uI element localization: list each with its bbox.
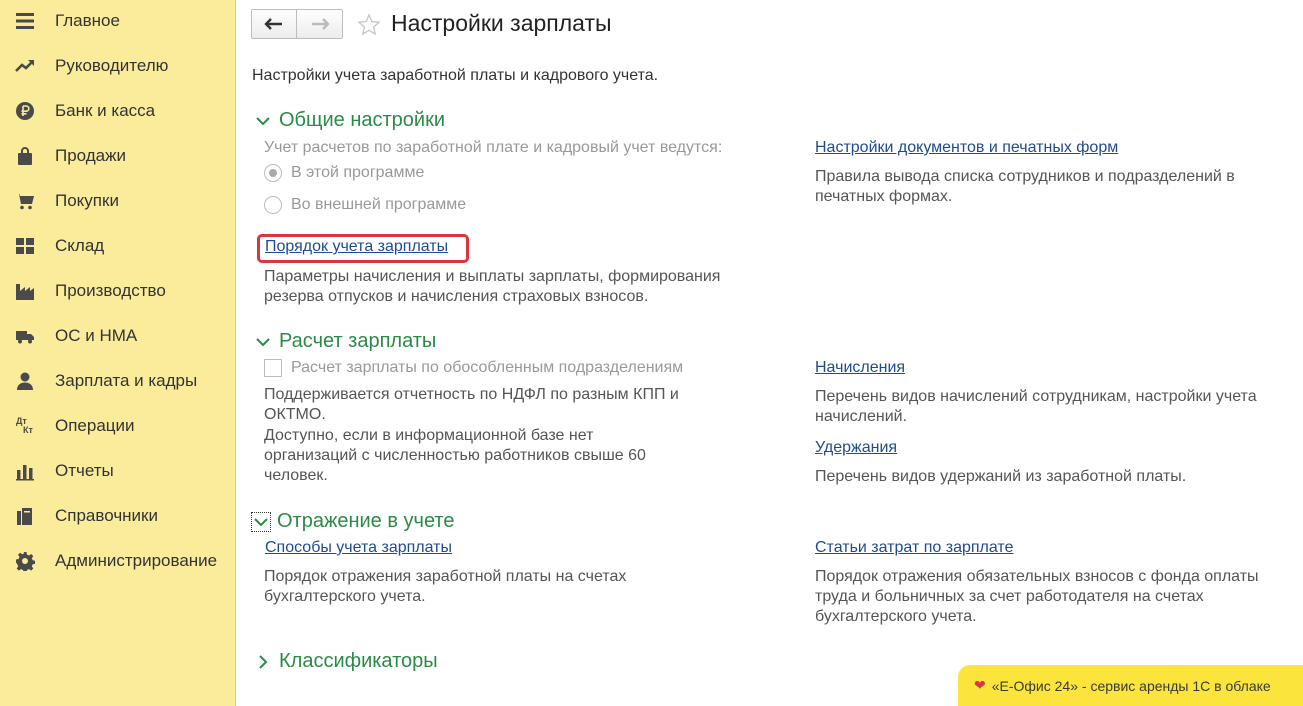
page-title: Настройки зарплаты [391,10,612,36]
sidebar-item-label: Покупки [55,190,119,210]
checkbox-label: Расчет зарплаты по обособленным подразде… [291,359,684,376]
arrow-left-icon [264,18,282,30]
payroll-description-line5: человек. [264,467,328,484]
costs-description-line1: Порядок отражения обязательных взносов с… [815,568,1259,585]
person-icon [14,370,36,392]
methods-description-line1: Порядок отражения заработной платы на сч… [264,568,627,585]
deductions-description: Перечень видов удержаний из заработной п… [815,468,1187,485]
sidebar-item-operations[interactable]: Дт Кт Операции [0,403,235,448]
sidebar: Главное Руководителю Банк и касса Продаж… [0,0,236,706]
sidebar-item-label: Руководителю [55,55,169,75]
link-salary-accounting-order[interactable]: Порядок учета зарплаты [265,238,448,256]
page-subtitle: Настройки учета заработной платы и кадро… [252,67,659,84]
grid-icon [14,235,36,257]
sidebar-item-label: Операции [55,415,135,435]
forward-button[interactable] [297,9,343,39]
chevron-down-icon [253,332,273,352]
docs-description-line2: печатных формах. [815,188,953,205]
section-general-header[interactable]: Общие настройки [253,109,445,132]
sidebar-item-production[interactable]: Производство [0,268,235,313]
sidebar-item-warehouse[interactable]: Склад [0,223,235,268]
sidebar-item-label: Производство [55,280,166,300]
sidebar-item-label: Банк и касса [55,100,156,120]
sidebar-item-reports[interactable]: Отчеты [0,448,235,493]
sidebar-item-label: Отчеты [55,460,114,480]
sidebar-item-label: Главное [55,10,120,30]
bar-chart-icon [14,460,36,482]
link-cost-items[interactable]: Статьи затрат по зарплате [815,539,1013,557]
favorite-star-icon[interactable] [357,13,381,37]
payroll-description-line2: ОКТМО. [264,406,326,423]
sidebar-item-catalogs[interactable]: Справочники [0,493,235,538]
accruals-description-line2: начислений. [815,408,908,425]
sidebar-item-manager[interactable]: Руководителю [0,43,235,88]
ruble-icon [14,100,36,122]
back-button[interactable] [251,9,297,39]
books-icon [14,505,36,527]
gear-icon [14,550,36,572]
radio-selected-icon [264,164,282,182]
accruals-description-line1: Перечень видов начислений сотрудникам, н… [815,388,1257,405]
arrow-right-icon [311,18,330,30]
checkbox-separate-divisions[interactable]: Расчет зарплаты по обособленным подразде… [264,359,683,377]
section-reflection-header[interactable]: Отражение в учете [251,510,454,533]
sidebar-item-label: Склад [55,235,105,255]
accounting-mode-label: Учет расчетов по заработной плате и кадр… [264,139,723,156]
promo-banner[interactable]: ❤ «Е-Офис 24» - сервис аренды 1С в облак… [958,665,1303,706]
truck-icon [14,325,36,347]
navigation-buttons [251,9,343,39]
costs-description-line2: труда и больничных за счет работодателя … [815,588,1204,605]
heart-icon: ❤ [974,677,986,693]
sidebar-item-bank[interactable]: Банк и касса [0,88,235,133]
payroll-description-line1: Поддерживается отчетность по НДФЛ по раз… [264,386,679,403]
sidebar-item-sales[interactable]: Продажи [0,133,235,178]
docs-description-line1: Правила вывода списка сотрудников и подр… [815,168,1235,185]
section-title: Отражение в учете [277,510,455,532]
promo-text: «Е-Офис 24» - сервис аренды 1С в облаке [991,677,1271,694]
factory-icon [14,280,36,302]
radio-label: Во внешней программе [291,196,467,213]
link-deductions[interactable]: Удержания [815,439,897,457]
section-classifiers-header[interactable]: Классификаторы [253,650,438,673]
chevron-down-icon [253,111,273,131]
bag-icon [14,145,36,167]
sidebar-item-salary[interactable]: Зарплата и кадры [0,358,235,403]
dt-kt-icon: Дт Кт [14,415,36,437]
order-description-line2: резерва отпусков и начисления страховых … [264,288,649,305]
sidebar-item-admin[interactable]: Администрирование [0,538,235,583]
chevron-right-icon [253,652,273,672]
kt-label: Кт [23,424,33,435]
link-accruals[interactable]: Начисления [815,359,905,377]
checkbox-empty-icon [264,359,282,377]
sidebar-item-purchases[interactable]: Покупки [0,178,235,223]
order-description-line1: Параметры начисления и выплаты зарплаты,… [264,268,721,285]
costs-description-line3: бухгалтерского учета. [815,608,977,625]
radio-this-program[interactable]: В этой программе [264,164,424,182]
link-salary-methods[interactable]: Способы учета зарплаты [265,539,452,557]
radio-label: В этой программе [291,164,425,181]
cart-icon [14,190,36,212]
methods-description-line2: бухгалтерского учета. [264,588,426,605]
sidebar-item-assets[interactable]: ОС и НМА [0,313,235,358]
section-title: Общие настройки [279,109,445,131]
radio-external-program[interactable]: Во внешней программе [264,196,466,214]
section-payroll-header[interactable]: Расчет зарплаты [253,330,436,353]
radio-empty-icon [264,196,282,214]
payroll-description-line3: Доступно, если в информационной базе нет [264,427,594,444]
sidebar-item-label: Зарплата и кадры [55,370,198,390]
section-title: Классификаторы [279,650,438,672]
chevron-down-icon [251,511,271,532]
sidebar-item-label: Справочники [55,505,158,525]
sidebar-item-label: Администрирование [55,550,218,570]
sidebar-item-main[interactable]: Главное [0,0,235,43]
payroll-description-line4: организаций с численностью работников св… [264,447,646,464]
sidebar-item-label: Продажи [55,145,126,165]
trend-icon [14,55,36,77]
menu-icon [14,10,36,32]
link-document-settings[interactable]: Настройки документов и печатных форм [815,139,1118,157]
sidebar-item-label: ОС и НМА [55,325,138,345]
section-title: Расчет зарплаты [279,330,437,352]
